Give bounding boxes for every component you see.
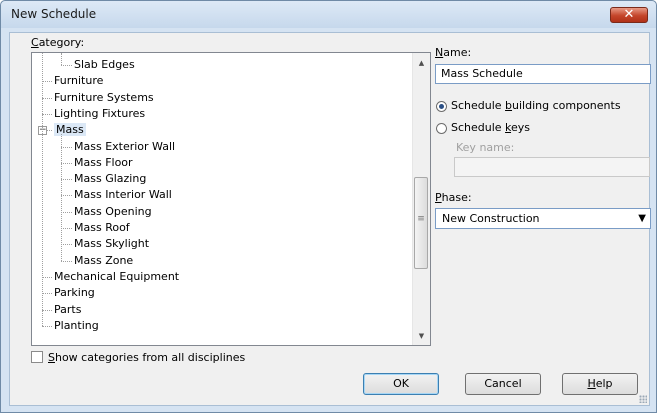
category-tree[interactable]: Slab Edges Furniture Furniture Systems Ligh… (31, 52, 431, 346)
cancel-button[interactable]: Cancel (465, 373, 541, 395)
category-tree-item-label: Lighting Fixtures (54, 106, 146, 120)
phase-select[interactable]: New Construction ▼ (435, 208, 651, 229)
key-name-label: Key name: (456, 141, 515, 154)
chevron-down-icon[interactable]: ▼ (638, 213, 646, 224)
phase-label: Phase: (435, 191, 472, 204)
category-tree-item[interactable]: Furniture Systems (54, 90, 154, 106)
category-scrollbar[interactable]: ▲ ≡ ▼ (412, 53, 430, 345)
category-tree-item-label: Mass Zone (74, 253, 134, 267)
category-tree-item[interactable]: Parking (54, 285, 95, 301)
show-all-disciplines-label[interactable]: Show categories from all disciplines (48, 351, 245, 364)
window-title: New Schedule (11, 7, 97, 21)
category-tree-item[interactable]: Mass Interior Wall (74, 187, 172, 203)
tree-connector (61, 134, 63, 261)
ok-button[interactable]: OK (363, 373, 439, 395)
category-tree-item-label: Mass Skylight (74, 237, 150, 251)
category-tree-item[interactable]: Mass (54, 122, 86, 138)
dialog-body: Category: Slab Edges Furniture Furniture S… (9, 32, 651, 406)
category-tree-item-label: Mass Interior Wall (74, 188, 172, 202)
category-tree-item-label: Mechanical Equipment (54, 269, 180, 283)
category-tree-item-label: Planting (54, 318, 99, 332)
category-tree-item-label: Mass Glazing (74, 172, 147, 186)
grip-icon: ≡ (417, 214, 425, 224)
new-schedule-dialog: New Schedule ✕ Category: Slab Edges Furni… (0, 0, 657, 413)
scroll-up-icon[interactable]: ▲ (413, 59, 430, 67)
category-tree-item[interactable]: Lighting Fixtures (54, 106, 145, 122)
category-tree-item[interactable]: Mass Roof (74, 220, 130, 236)
schedule-building-components-label[interactable]: Schedule building components (451, 99, 621, 112)
category-tree-item[interactable]: Mass Zone (74, 253, 133, 269)
resize-grip-icon[interactable] (639, 395, 647, 403)
category-tree-item-label: Mass Opening (74, 204, 152, 218)
category-tree-item-label: Mass Exterior Wall (74, 139, 176, 153)
category-tree-item-label: Slab Edges (74, 58, 135, 71)
category-tree-item[interactable]: Mass Skylight (74, 236, 149, 252)
scrollbar-thumb[interactable]: ≡ (414, 177, 428, 269)
close-button[interactable]: ✕ (610, 7, 648, 23)
category-tree-item-label: Parking (54, 286, 95, 300)
category-tree-item[interactable]: Furniture (54, 73, 103, 89)
schedule-keys-label[interactable]: Schedule keys (451, 121, 530, 134)
tree-connector (42, 325, 52, 328)
close-icon: ✕ (623, 7, 635, 22)
key-name-input (454, 157, 650, 177)
category-tree-item[interactable]: Mechanical Equipment (54, 269, 179, 285)
tree-connector (42, 53, 44, 326)
category-tree-item[interactable]: Parts (54, 302, 81, 318)
category-tree-item[interactable]: Mass Opening (74, 204, 152, 220)
tree-connector (61, 65, 72, 67)
category-tree-item[interactable]: Mass Floor (74, 155, 133, 171)
name-input[interactable]: Mass Schedule (435, 64, 651, 84)
category-tree-item[interactable]: Mass Exterior Wall (74, 139, 175, 155)
tree-connector (61, 260, 72, 263)
title-bar[interactable]: New Schedule ✕ (1, 1, 656, 28)
show-all-disciplines-checkbox[interactable] (31, 351, 43, 363)
tree-connector (61, 53, 63, 65)
category-label: Category: (31, 36, 85, 49)
category-tree-item[interactable]: Slab Edges (74, 57, 135, 73)
category-tree-item-label: Furniture (54, 74, 104, 88)
category-tree-item[interactable]: Mass Glazing (74, 171, 146, 187)
category-tree-item-label: Mass (54, 123, 86, 137)
help-button[interactable]: Help (562, 373, 638, 395)
category-tree-item-label: Mass Floor (74, 155, 133, 169)
phase-value: New Construction (442, 212, 540, 225)
category-tree-item-label: Parts (54, 302, 82, 316)
category-tree-item[interactable]: Planting (54, 318, 99, 334)
category-tree-item-label: Mass Roof (74, 221, 130, 234)
schedule-building-components-radio[interactable] (436, 101, 447, 112)
schedule-keys-radio[interactable] (436, 123, 447, 134)
name-label: Name: (435, 46, 472, 59)
scroll-down-icon[interactable]: ▼ (413, 332, 430, 340)
category-tree-item-label: Furniture Systems (54, 90, 154, 104)
